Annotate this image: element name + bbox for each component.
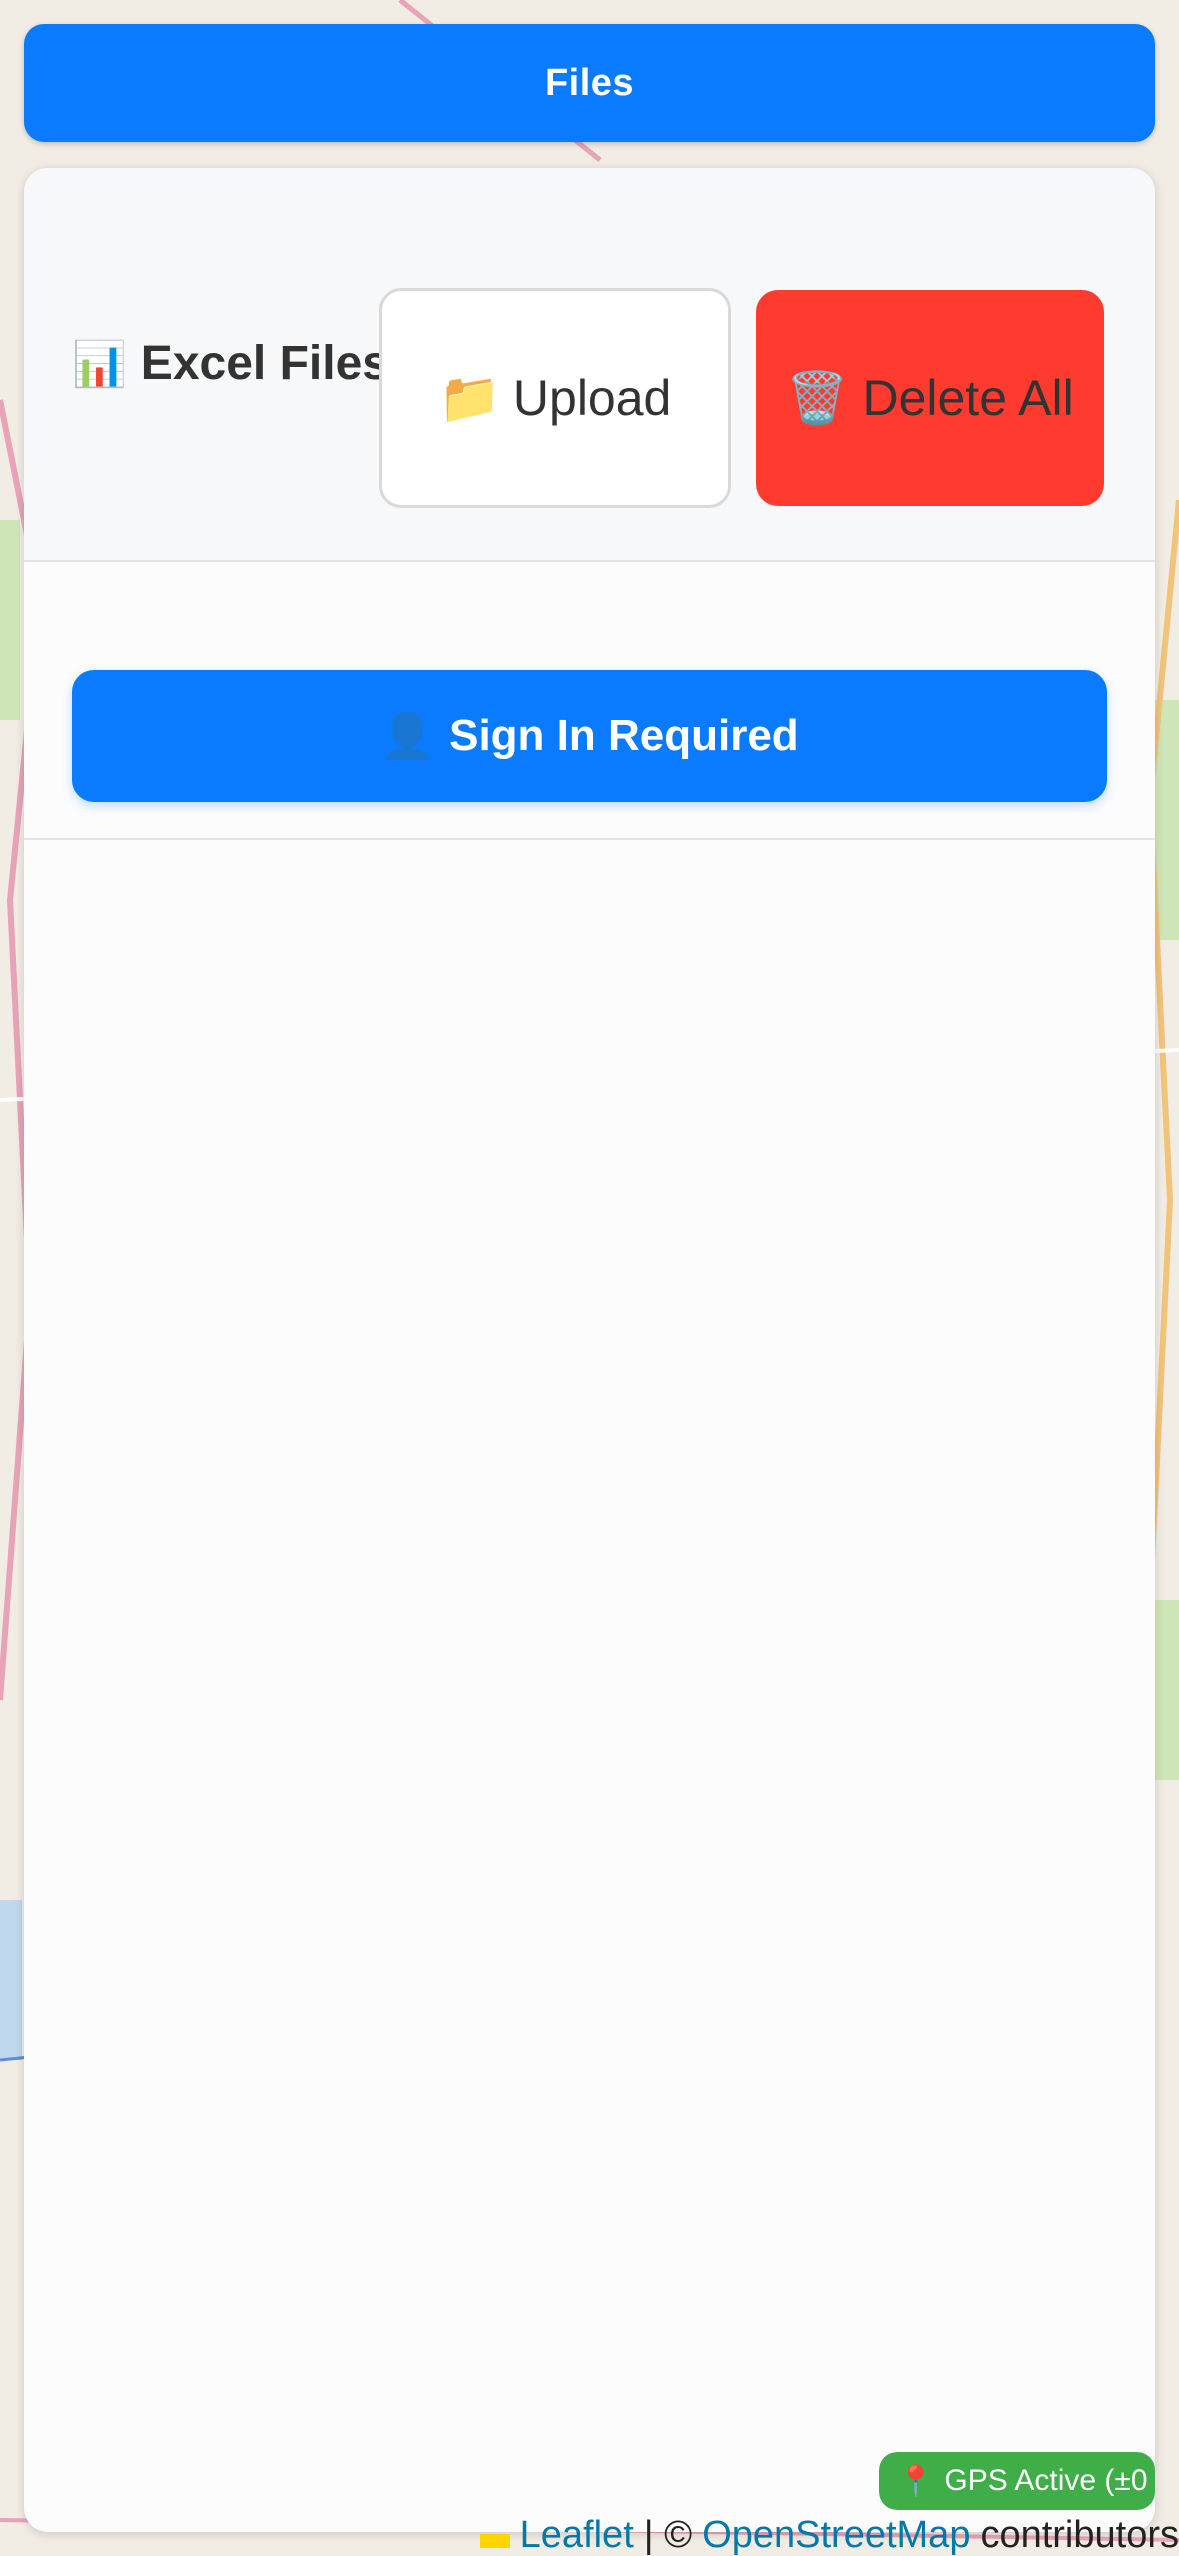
attribution-contributors: contributors xyxy=(980,2514,1179,2556)
delete-all-button[interactable]: 🗑️ Delete All xyxy=(756,290,1104,506)
osm-link[interactable]: OpenStreetMap xyxy=(702,2514,970,2556)
gps-status-badge[interactable]: 📍 GPS Active (±0 xyxy=(879,2452,1155,2510)
panel-title: 📊 Excel Files xyxy=(72,336,389,391)
files-tab-button[interactable]: Files xyxy=(24,24,1155,142)
upload-label: Upload xyxy=(512,370,672,426)
files-panel-header: 📊 Excel Files 📁 Upload 🗑️ Delete All xyxy=(24,168,1155,562)
gps-status-text: GPS Active (±0 xyxy=(944,2464,1148,2497)
location-pin-icon: 📍 xyxy=(897,2464,935,2498)
sign-in-button[interactable]: 👤 Sign In Required xyxy=(72,670,1107,802)
delete-all-label: Delete All xyxy=(862,370,1074,426)
attribution-separator: | © xyxy=(643,2514,693,2556)
map-attribution: Leaflet | © OpenStreetMap contributors xyxy=(480,2514,1179,2556)
folder-icon: 📁 xyxy=(438,369,501,426)
delete-all-content: 🗑️ Delete All xyxy=(786,367,1073,429)
signin-section: 👤 Sign In Required xyxy=(24,562,1155,840)
leaflet-link[interactable]: Leaflet xyxy=(520,2514,634,2556)
bar-chart-icon: 📊 xyxy=(72,339,127,389)
user-icon: 👤 xyxy=(380,712,436,761)
flag-icon xyxy=(480,2534,510,2548)
sign-in-label: Sign In Required xyxy=(449,711,799,760)
panel-title-text: Excel Files xyxy=(140,337,389,390)
files-tab-label: Files xyxy=(544,61,635,104)
trash-icon: 🗑️ xyxy=(786,370,849,426)
files-panel: 📊 Excel Files 📁 Upload 🗑️ Delete All 👤 S… xyxy=(24,168,1155,2532)
upload-button[interactable]: 📁 Upload xyxy=(379,288,731,508)
